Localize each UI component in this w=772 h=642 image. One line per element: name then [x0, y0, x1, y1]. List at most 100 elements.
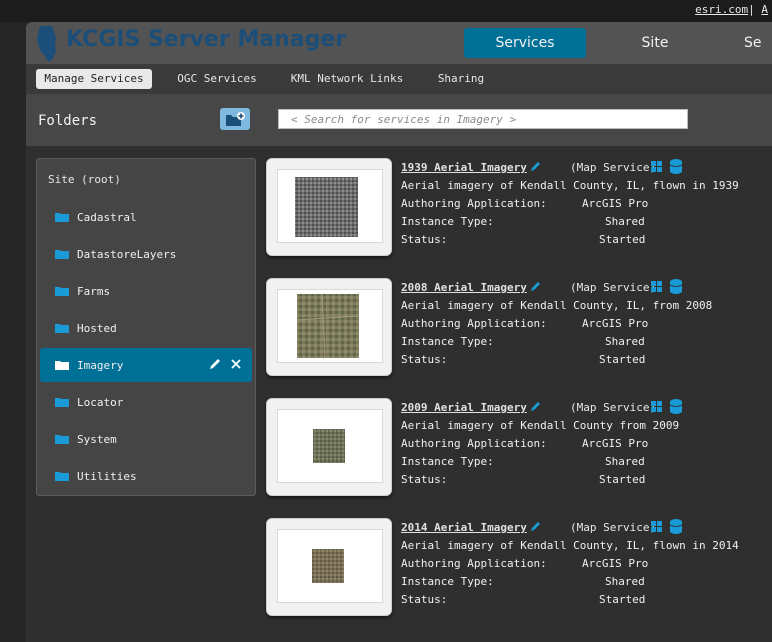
status-label: Status: — [401, 473, 448, 486]
instance-type-label: Instance Type: — [401, 455, 494, 468]
status-label: Status: — [401, 353, 448, 366]
folder-label: Imagery — [77, 359, 124, 372]
nav-tab-site[interactable]: Site — [616, 28, 694, 58]
status-value: Started — [599, 593, 646, 606]
service-type: (Map Service) — [570, 281, 657, 294]
instance-type-label: Instance Type: — [401, 215, 494, 228]
folder-item-locator[interactable]: Locator — [40, 385, 252, 419]
folder-icon — [55, 472, 69, 481]
status-value: Started — [599, 353, 646, 366]
app-header: KCGIS Server Manager Services Site Se — [26, 22, 772, 64]
esri-link[interactable]: esri.com — [695, 3, 748, 16]
database-icon[interactable] — [670, 279, 682, 294]
database-icon[interactable] — [670, 399, 682, 414]
subnav-manage-services[interactable]: Manage Services — [36, 69, 152, 89]
folder-item-farms[interactable]: Farms — [40, 274, 252, 308]
grid-icon[interactable] — [651, 521, 662, 532]
folder-icon — [55, 250, 69, 259]
pencil-icon[interactable] — [530, 160, 542, 172]
service-description: Aerial imagery of Kendall County, IL, fl… — [401, 179, 739, 192]
pencil-icon[interactable] — [208, 357, 222, 371]
subnav-ogc-services[interactable]: OGC Services — [170, 69, 264, 89]
service-title-link[interactable]: 2009 Aerial Imagery — [401, 401, 527, 414]
folder-item-hosted[interactable]: Hosted — [40, 311, 252, 345]
search-services-input[interactable] — [278, 109, 688, 129]
status-label: Status: — [401, 593, 448, 606]
service-thumbnail[interactable] — [266, 278, 392, 376]
service-type: (Map Service) — [570, 401, 657, 414]
folder-label: Locator — [77, 396, 124, 409]
subnav-kml-network-links[interactable]: KML Network Links — [286, 69, 408, 89]
authoring-value: ArcGIS Pro — [582, 437, 649, 450]
pencil-icon[interactable] — [530, 520, 542, 532]
database-icon[interactable] — [670, 159, 682, 174]
aerial-2008-image — [296, 293, 360, 359]
folder-open-icon — [55, 361, 69, 370]
site-root-item[interactable]: Site (root) — [48, 173, 121, 186]
service-type: (Map Service) — [570, 161, 657, 174]
service-thumbnail[interactable] — [266, 158, 392, 256]
authoring-label: Authoring Application: — [401, 197, 547, 210]
folder-label: Hosted — [77, 322, 117, 335]
service-card: 2008 Aerial Imagery (Map Service) Aerial… — [266, 278, 766, 378]
folder-item-datastorelayers[interactable]: DatastoreLayers — [40, 237, 252, 271]
authoring-value: ArcGIS Pro — [582, 317, 649, 330]
illinois-map-icon — [37, 26, 56, 62]
folder-toolbar: Folders — [26, 94, 772, 146]
folder-icon — [55, 287, 69, 296]
service-thumbnail[interactable] — [266, 398, 392, 496]
authoring-label: Authoring Application: — [401, 557, 547, 570]
service-description: Aerial imagery of Kendall County, IL, fl… — [401, 539, 739, 552]
service-title-link[interactable]: 1939 Aerial Imagery — [401, 161, 527, 174]
server-manager-window: KCGIS Server Manager Services Site Se Ma… — [26, 22, 772, 642]
folder-label: Cadastral — [77, 211, 137, 224]
pencil-icon[interactable] — [530, 280, 542, 292]
service-description: Aerial imagery of Kendall County from 20… — [401, 419, 680, 432]
aerial-2014-image — [312, 549, 344, 583]
service-description: Aerial imagery of Kendall County, IL, fr… — [401, 299, 713, 312]
thumbnail-frame — [277, 409, 383, 483]
authoring-label: Authoring Application: — [401, 317, 547, 330]
service-card: 2014 Aerial Imagery (Map Service) Aerial… — [266, 518, 766, 618]
nav-tab-services[interactable]: Services — [464, 28, 586, 58]
service-card: 2009 Aerial Imagery (Map Service) Aerial… — [266, 398, 766, 498]
folder-item-system[interactable]: System — [40, 422, 252, 456]
service-card: 1939 Aerial Imagery (Map Service) Aerial… — [266, 158, 766, 258]
instance-type-label: Instance Type: — [401, 335, 494, 348]
status-label: Status: — [401, 233, 448, 246]
grid-icon[interactable] — [651, 161, 662, 172]
pencil-icon[interactable] — [530, 400, 542, 412]
status-value: Started — [599, 473, 646, 486]
grid-icon[interactable] — [651, 401, 662, 412]
grid-icon[interactable] — [651, 281, 662, 292]
folder-item-imagery[interactable]: Imagery — [40, 348, 252, 382]
sub-navigation: Manage Services OGC Services KML Network… — [26, 64, 772, 94]
service-title-link[interactable]: 2008 Aerial Imagery — [401, 281, 527, 294]
authoring-value: ArcGIS Pro — [582, 197, 649, 210]
folder-label: Utilities — [77, 470, 137, 483]
nav-tab-security[interactable]: Se — [744, 28, 772, 58]
top-links-separator: | — [748, 3, 755, 16]
folder-item-cadastral[interactable]: Cadastral — [40, 200, 252, 234]
thumbnail-frame — [277, 289, 383, 363]
subnav-sharing[interactable]: Sharing — [430, 69, 492, 89]
instance-type-label: Instance Type: — [401, 575, 494, 588]
service-thumbnail[interactable] — [266, 518, 392, 616]
status-value: Started — [599, 233, 646, 246]
top-link-next[interactable]: A — [761, 3, 768, 16]
close-icon[interactable] — [229, 357, 243, 371]
folder-label: Farms — [77, 285, 111, 298]
service-title-link[interactable]: 2014 Aerial Imagery — [401, 521, 527, 534]
thumbnail-frame — [277, 169, 383, 243]
instance-type-value: Shared — [605, 455, 645, 468]
folder-list-panel: Site (root) Cadastral DatastoreLayers Fa… — [36, 158, 256, 496]
top-links: esri.com| A — [695, 3, 768, 16]
aerial-2009-image — [313, 429, 345, 463]
authoring-label: Authoring Application: — [401, 437, 547, 450]
aerial-1939-image — [295, 177, 358, 237]
thumbnail-frame — [277, 529, 383, 603]
new-folder-button[interactable] — [220, 108, 250, 130]
folder-item-utilities[interactable]: Utilities — [40, 459, 252, 493]
database-icon[interactable] — [670, 519, 682, 534]
add-folder-icon — [226, 112, 245, 126]
